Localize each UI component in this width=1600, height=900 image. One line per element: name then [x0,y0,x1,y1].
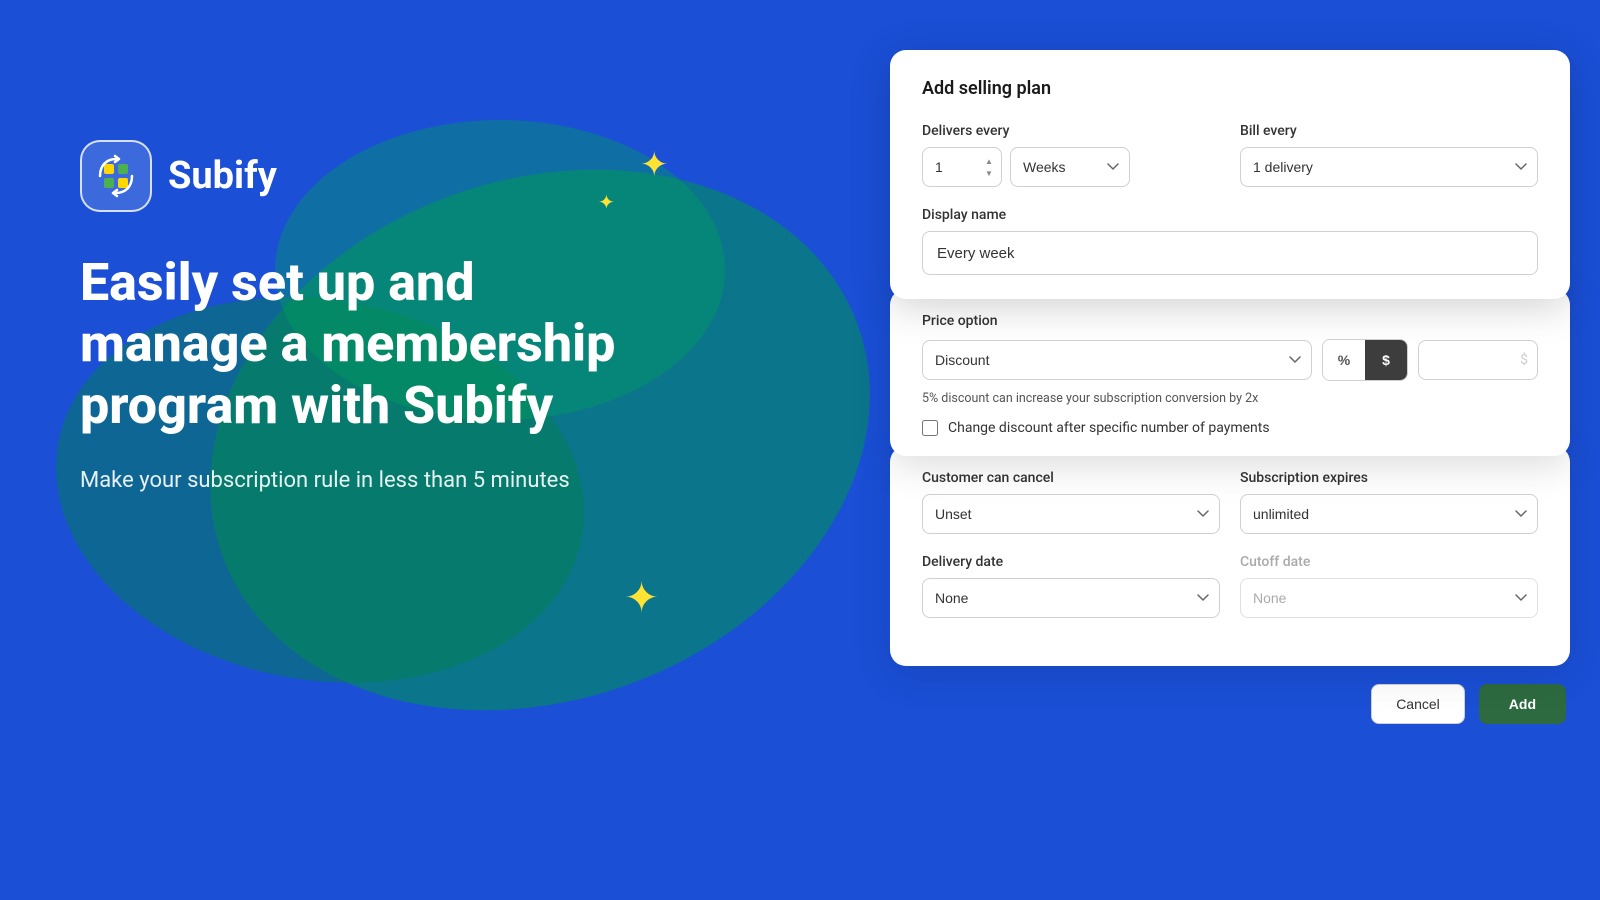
dollar-input-wrap [1418,340,1538,380]
change-discount-checkbox[interactable] [922,420,938,436]
delivery-date-group: Delivery date None [922,554,1220,618]
delivery-cutoff-row: Delivery date None Cutoff date None [922,554,1538,618]
delivers-every-input-row: ▲ ▼ Weeks Days Months Years [922,147,1220,187]
delivers-every-label: Delivers every [922,123,1220,139]
cancel-button[interactable]: Cancel [1371,684,1465,724]
left-panel: Subify Easily set up and manage a member… [80,140,660,497]
customer-cancel-label: Customer can cancel [922,470,1220,486]
cancel-expires-row: Customer can cancel Unset After 1 paymen… [922,470,1538,534]
display-name-input[interactable] [922,231,1538,275]
percent-dollar-toggle: % $ [1322,339,1408,381]
dollar-toggle-btn[interactable]: $ [1365,340,1407,380]
logo-area: Subify [80,140,660,212]
subscription-expires-group: Subscription expires unlimited After 1 p… [1240,470,1538,534]
add-selling-plan-card: Add selling plan Delivers every ▲ ▼ Week… [890,50,1570,299]
right-panel: Add selling plan Delivers every ▲ ▼ Week… [890,50,1570,724]
subscription-expires-label: Subscription expires [1240,470,1538,486]
page-headline: Easily set up and manage a membership pr… [80,252,660,436]
spinner-up[interactable]: ▲ [982,156,996,166]
cutoff-date-select[interactable]: None [1240,578,1538,618]
percent-toggle-btn[interactable]: % [1323,340,1365,380]
customer-cancel-group: Customer can cancel Unset After 1 paymen… [922,470,1220,534]
bill-every-group: Bill every 1 delivery 2 deliveries 3 del… [1240,123,1538,187]
modal-title: Add selling plan [922,78,1538,99]
customer-settings-card: Customer can cancel Unset After 1 paymen… [890,446,1570,666]
customer-cancel-select[interactable]: Unset After 1 payment After 2 payments A… [922,494,1220,534]
price-option-select[interactable]: Discount Fixed price No discount [922,340,1312,380]
logo-icon [80,140,152,212]
number-spinners: ▲ ▼ [982,156,996,178]
change-discount-row: Change discount after specific number of… [922,420,1538,436]
sparkle-icon-3: ✦ [624,578,659,620]
add-button[interactable]: Add [1479,684,1566,724]
delivers-every-group: Delivers every ▲ ▼ Weeks Days Months Yea… [922,123,1220,187]
display-name-group: Display name [922,207,1538,275]
cutoff-date-label: Cutoff date [1240,554,1538,570]
delivers-every-unit-select[interactable]: Weeks Days Months Years [1010,147,1130,187]
subscription-expires-select[interactable]: unlimited After 1 payment After 2 paymen… [1240,494,1538,534]
price-option-card: Price option Discount Fixed price No dis… [890,289,1570,456]
bill-every-select[interactable]: 1 delivery 2 deliveries 3 deliveries [1240,147,1538,187]
bill-every-label: Bill every [1240,123,1538,139]
display-name-label: Display name [922,207,1538,223]
delivers-bill-row: Delivers every ▲ ▼ Weeks Days Months Yea… [922,123,1538,187]
delivery-date-select[interactable]: None [922,578,1220,618]
change-discount-label: Change discount after specific number of… [948,420,1270,436]
logo-svg [94,154,138,198]
page-subtext: Make your subscription rule in less than… [80,464,660,497]
number-input-wrap: ▲ ▼ [922,147,1002,187]
price-option-label: Price option [922,313,1538,329]
cutoff-date-group: Cutoff date None [1240,554,1538,618]
discount-value-input[interactable] [1418,340,1538,380]
delivery-date-label: Delivery date [922,554,1220,570]
discount-hint: 5% discount can increase your subscripti… [922,391,1538,406]
spinner-down[interactable]: ▼ [982,168,996,178]
price-option-row: Discount Fixed price No discount % $ [922,339,1538,381]
modal-footer: Cancel Add [890,684,1570,724]
logo-text: Subify [168,154,277,198]
